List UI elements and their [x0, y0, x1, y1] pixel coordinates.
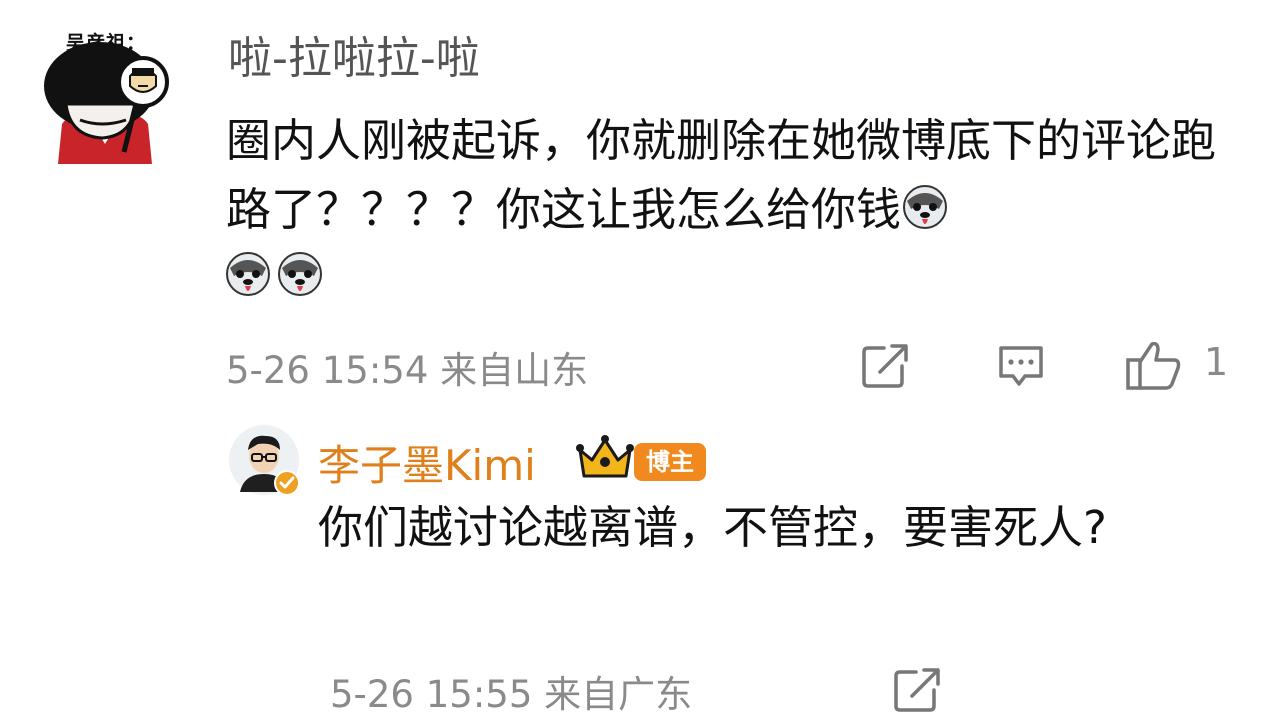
emoji-row — [224, 250, 328, 298]
comment-body: 圈内人刚被起诉，你就删除在她微博底下的评论跑路了？？？？你这让我怎么给你钱 — [226, 114, 1217, 236]
comment-meta: 5-26 15:54 来自山东 — [226, 349, 589, 392]
reply-meta: 5-26 15:55 来自广东 — [330, 673, 693, 716]
crown-icon — [574, 434, 636, 482]
avatar[interactable] — [228, 424, 300, 496]
husky-dog-emoji — [901, 181, 949, 229]
husky-dog-emoji — [224, 250, 272, 298]
username[interactable]: 啦-拉啦拉-啦 — [228, 22, 480, 86]
share-icon[interactable] — [860, 342, 912, 390]
username[interactable]: 李子墨Kimi — [318, 432, 536, 493]
avatar-caption: 吴彦祖： — [66, 32, 147, 54]
like-count: 1 — [1204, 340, 1229, 384]
blogger-badge: 博主 — [634, 443, 706, 481]
husky-dog-emoji — [276, 250, 324, 298]
verified-icon — [274, 470, 300, 496]
reply-text: 你们越讨论越离谱，不管控，要害死人? — [318, 501, 1107, 554]
comment-icon[interactable] — [995, 342, 1047, 390]
thumbs-up-icon[interactable] — [1124, 338, 1181, 390]
share-icon[interactable] — [892, 666, 944, 714]
comment-text: 圈内人刚被起诉，你就删除在她微博底下的评论跑路了？？？？你这让我怎么给你钱 — [226, 106, 1236, 244]
